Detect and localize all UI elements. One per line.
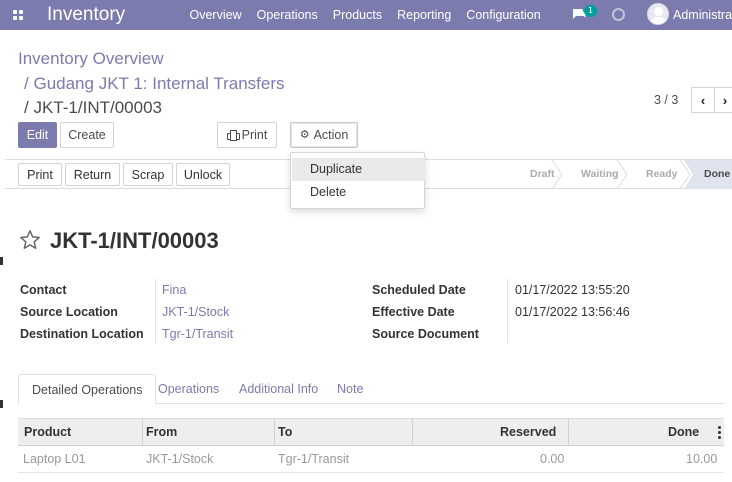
column-divider <box>568 419 569 446</box>
record-title: JKT-1/INT/00003 <box>50 228 219 253</box>
column-done[interactable]: Done <box>668 419 699 446</box>
edge-mark <box>0 257 3 265</box>
tab-note[interactable]: Note <box>324 374 376 404</box>
menu-operations[interactable]: Operations <box>249 0 325 30</box>
print-button-label: Print <box>241 128 268 142</box>
row-to: Tgr-1/Transit <box>278 452 350 466</box>
statusbar-print-button[interactable]: Print <box>18 163 62 186</box>
field-separator <box>155 279 156 343</box>
activity-clock-icon[interactable] <box>612 8 625 21</box>
create-button[interactable]: Create <box>60 122 114 148</box>
printer-icon <box>226 130 240 141</box>
breadcrumb-separator: / <box>24 73 29 93</box>
return-button[interactable]: Return <box>65 163 120 186</box>
column-reserved[interactable]: Reserved <box>500 419 556 446</box>
field-separator <box>507 279 508 343</box>
breadcrumb-current-label: JKT-1/INT/00003 <box>33 98 162 117</box>
notebook-tabs: Detailed Operations Operations Additiona… <box>18 374 724 404</box>
row-reserved: 0.00 <box>540 452 565 466</box>
favorite-star-icon[interactable] <box>19 229 41 251</box>
pager-next-button[interactable]: › <box>714 87 732 113</box>
breadcrumb-root[interactable]: Inventory Overview <box>18 47 285 72</box>
action-button-label: Action <box>313 128 349 142</box>
stage-waiting: Waiting <box>581 168 619 180</box>
scheduled-date-value: 01/17/2022 13:55:20 <box>515 283 630 297</box>
stage-draft: Draft <box>530 168 555 180</box>
row-done: 10.00 <box>686 452 718 466</box>
source-location-label: Source Location <box>20 305 118 319</box>
column-divider <box>412 419 413 446</box>
menu-configuration[interactable]: Configuration <box>459 0 548 30</box>
scrap-button[interactable]: Scrap <box>123 163 173 186</box>
breadcrumb-mid[interactable]: / Gudang JKT 1: Internal Transfers <box>18 72 285 97</box>
pager-previous-button[interactable]: ‹ <box>691 87 715 113</box>
column-divider <box>274 419 275 446</box>
table-header: Product From To Reserved Done <box>18 418 724 446</box>
effective-date-value: 01/17/2022 13:56:46 <box>515 305 630 319</box>
duplicate-menu-item[interactable]: Duplicate <box>292 158 425 181</box>
stage-ready: Ready <box>646 168 678 180</box>
table-row[interactable]: Laptop L01 JKT-1/Stock Tgr-1/Transit 0.0… <box>18 446 724 473</box>
column-to[interactable]: To <box>278 419 292 446</box>
avatar[interactable] <box>647 3 669 25</box>
source-document-label: Source Document <box>372 327 479 341</box>
apps-menu-icon[interactable] <box>0 0 36 30</box>
main-menu: Overview Operations Products Reporting C… <box>182 0 548 30</box>
delete-menu-item[interactable]: Delete <box>292 181 425 204</box>
chevron-right-icon: › <box>722 92 728 108</box>
row-product: Laptop L01 <box>23 452 86 466</box>
tab-operations[interactable]: Operations <box>145 374 232 404</box>
tab-additional-info[interactable]: Additional Info <box>226 374 331 404</box>
pager-value[interactable]: 3 / 3 <box>654 93 678 107</box>
column-divider <box>142 419 143 446</box>
status-stages: Draft Waiting Ready Done <box>512 160 732 189</box>
user-name[interactable]: Administrator <box>673 0 732 30</box>
menu-products[interactable]: Products <box>325 0 389 30</box>
action-button[interactable]: ⚙ Action <box>290 122 358 148</box>
action-dropdown-menu: Duplicate Delete <box>290 152 425 209</box>
app-name[interactable]: Inventory <box>47 4 167 26</box>
optional-columns-kebab-icon[interactable] <box>717 426 721 439</box>
chat-badge: 1 <box>584 5 598 17</box>
destination-location-label: Destination Location <box>20 327 144 341</box>
row-from: JKT-1/Stock <box>146 452 214 466</box>
breadcrumb-current: / JKT-1/INT/00003 <box>18 96 285 121</box>
gear-icon: ⚙ <box>299 128 310 141</box>
source-location-value[interactable]: JKT-1/Stock <box>162 305 229 319</box>
chevron-left-icon: ‹ <box>700 92 706 108</box>
breadcrumb-mid-label[interactable]: Gudang JKT 1: Internal Transfers <box>33 74 284 93</box>
breadcrumb-separator: / <box>24 98 29 117</box>
control-panel: Inventory Overview / Gudang JKT 1: Inter… <box>5 35 732 160</box>
column-from[interactable]: From <box>146 419 177 446</box>
effective-date-label: Effective Date <box>372 305 455 319</box>
column-product[interactable]: Product <box>24 419 71 446</box>
menu-reporting[interactable]: Reporting <box>390 0 459 30</box>
contact-label: Contact <box>20 283 67 297</box>
contact-value[interactable]: Fina <box>162 283 186 297</box>
stage-done: Done <box>704 168 731 180</box>
edit-button[interactable]: Edit <box>18 122 57 148</box>
scheduled-date-label: Scheduled Date <box>372 283 466 297</box>
destination-location-value[interactable]: Tgr-1/Transit <box>162 327 233 341</box>
menu-overview[interactable]: Overview <box>182 0 249 30</box>
tab-detailed-operations[interactable]: Detailed Operations <box>18 374 157 404</box>
breadcrumb: Inventory Overview / Gudang JKT 1: Inter… <box>18 47 285 121</box>
unlock-button[interactable]: Unlock <box>176 163 230 186</box>
edge-mark <box>0 400 3 408</box>
print-button[interactable]: Print <box>217 122 277 148</box>
